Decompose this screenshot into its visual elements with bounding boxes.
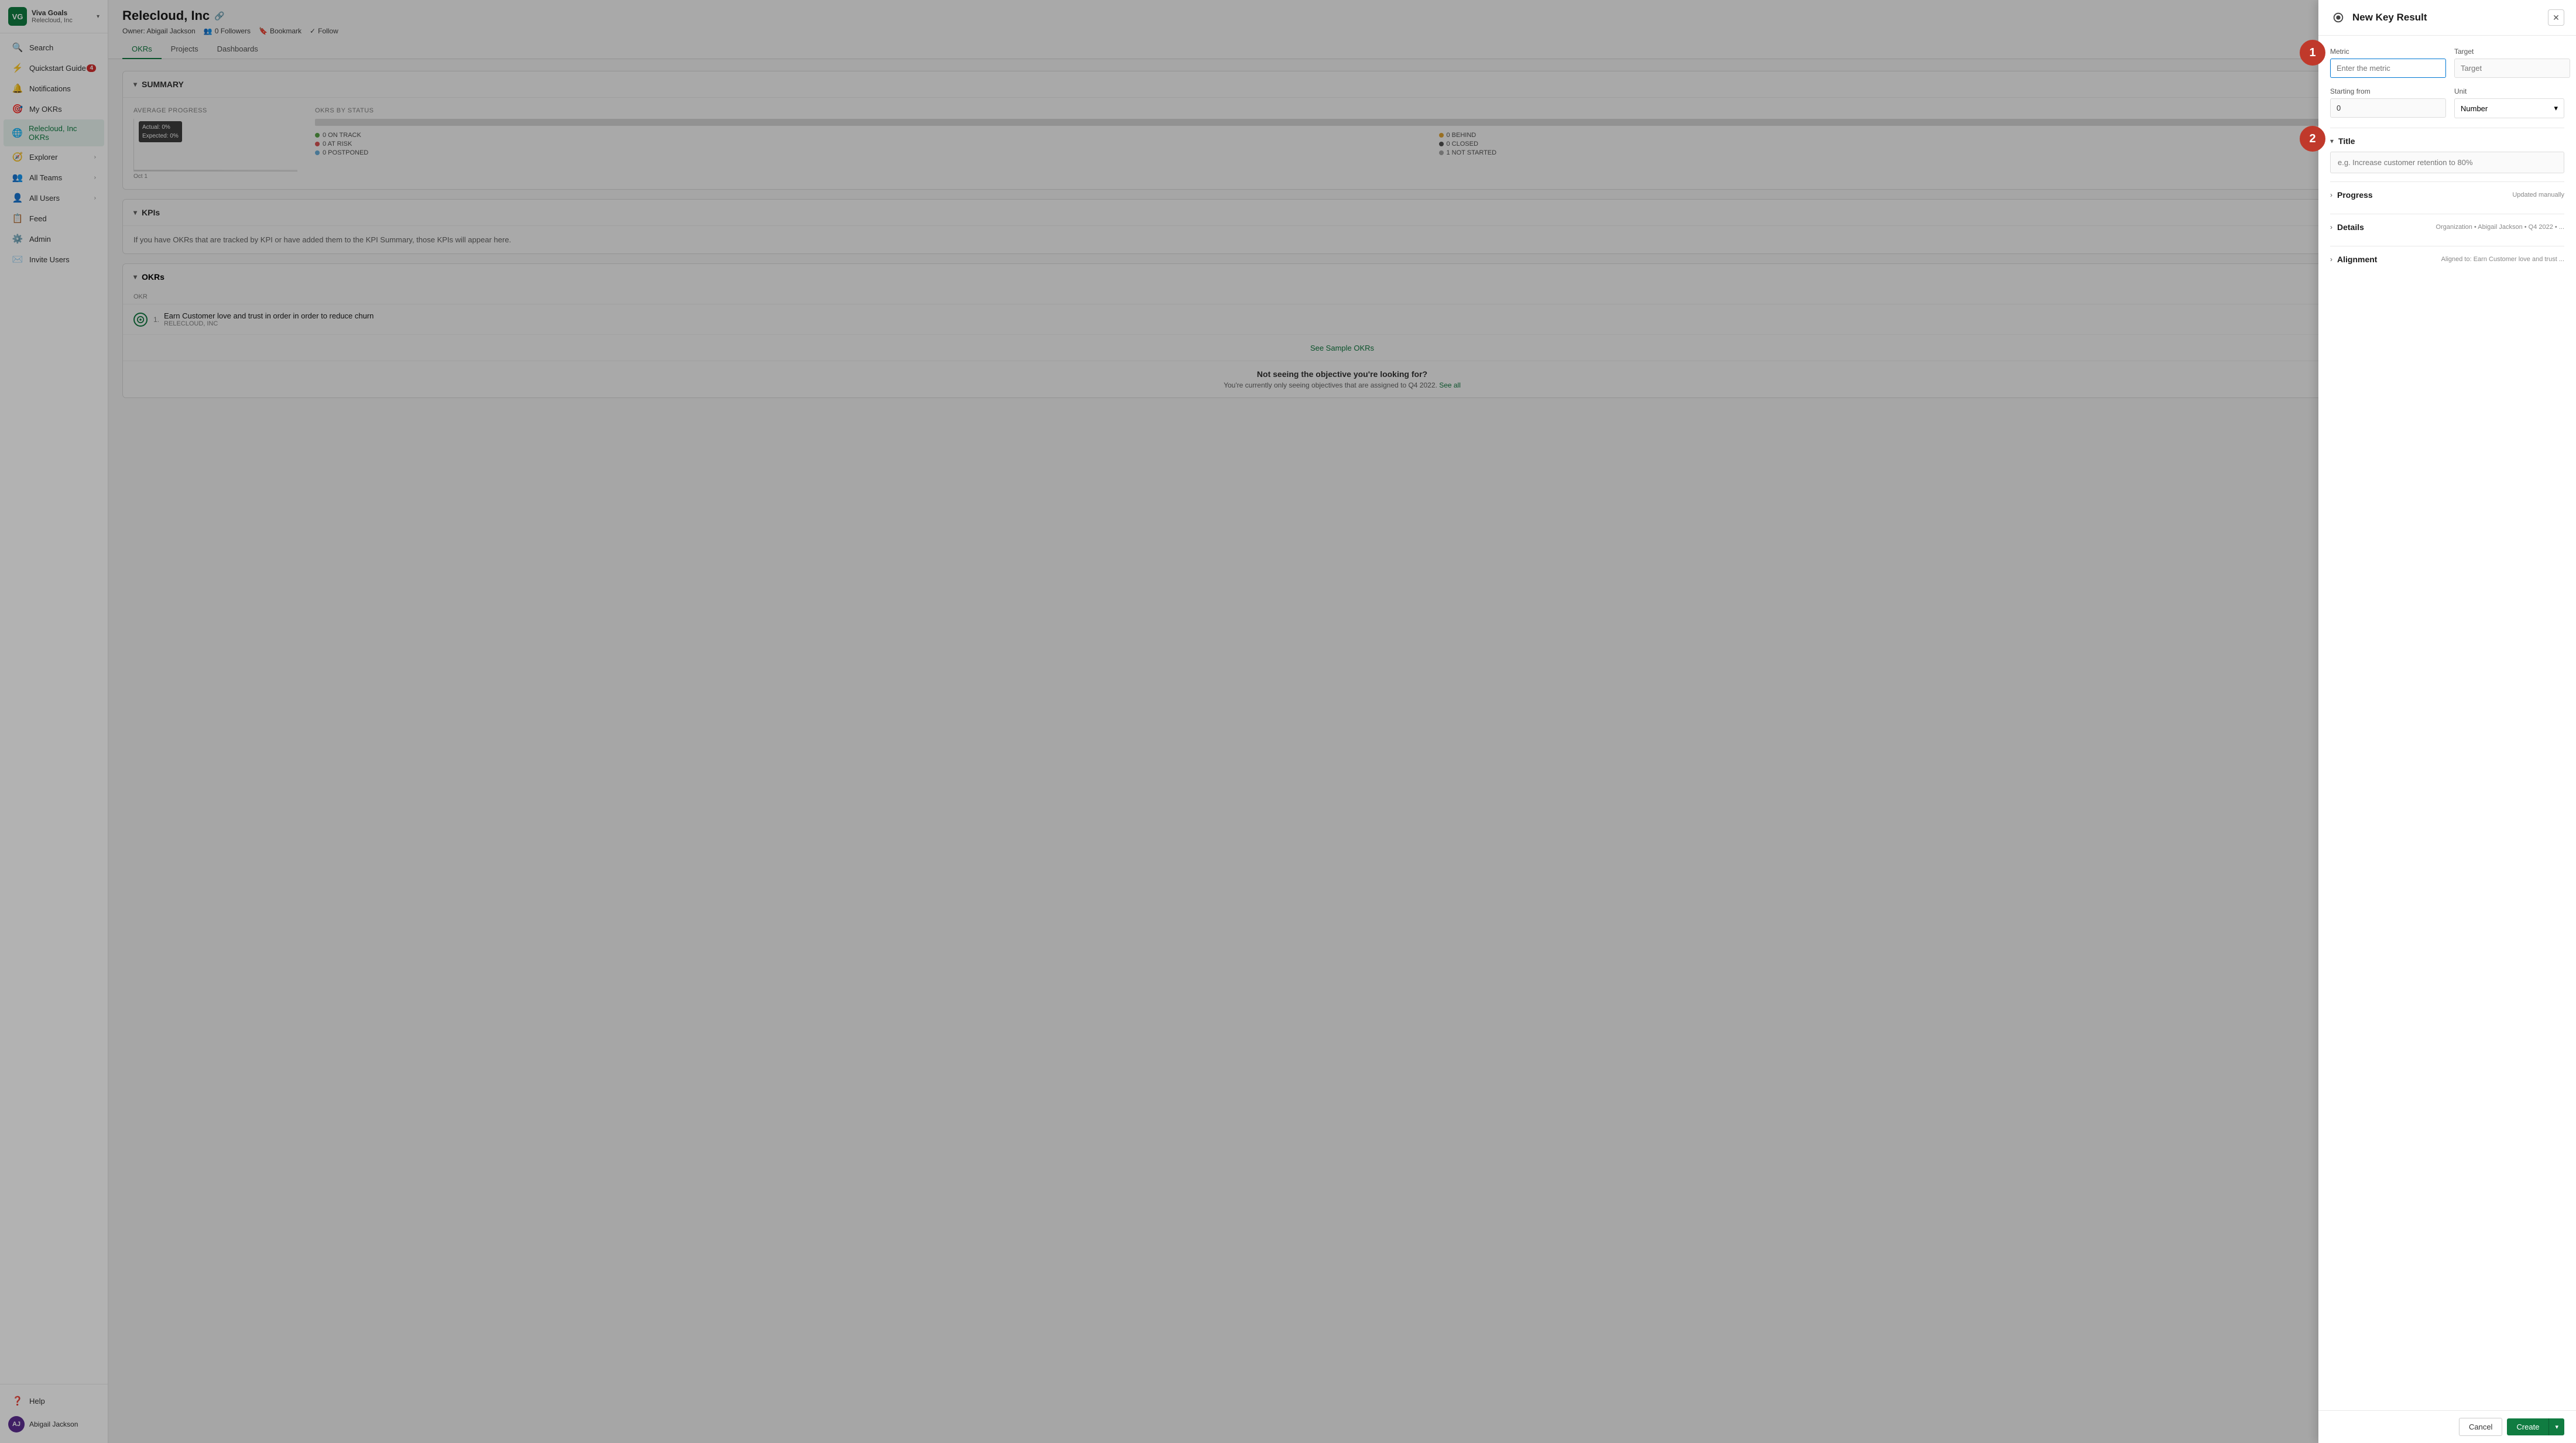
alignment-section-label: Alignment	[2337, 255, 2377, 264]
modal-overlay	[0, 0, 2576, 1443]
panel-header: New Key Result ✕	[2318, 0, 2576, 36]
details-section-header[interactable]: › Details Organization • Abigail Jackson…	[2330, 222, 2564, 232]
alignment-section: › Alignment Aligned to: Earn Customer lo…	[2330, 246, 2564, 278]
metric-label: Metric	[2330, 47, 2446, 56]
progress-section: › Progress Updated manually	[2330, 181, 2564, 214]
create-dropdown-button[interactable]: ▾	[2548, 1418, 2564, 1435]
progress-section-label: Progress	[2337, 190, 2373, 200]
title-section-header[interactable]: ▾ Title	[2330, 136, 2564, 146]
alignment-section-header[interactable]: › Alignment Aligned to: Earn Customer lo…	[2330, 255, 2564, 264]
starting-from-group: Starting from	[2330, 87, 2446, 118]
metric-group: Metric	[2330, 47, 2446, 78]
panel-body: Metric Target Starting from Unit Number …	[2318, 36, 2576, 1410]
close-button[interactable]: ✕	[2548, 9, 2564, 26]
title-input[interactable]	[2330, 152, 2564, 173]
panel-title: New Key Result	[2352, 12, 2548, 23]
title-chevron-icon: ▾	[2330, 137, 2334, 145]
circle-label-1: 1	[2300, 40, 2325, 66]
cancel-button[interactable]: Cancel	[2459, 1418, 2502, 1436]
title-section-label: Title	[2338, 136, 2355, 146]
starting-unit-row: Starting from Unit Number ▾	[2330, 87, 2564, 118]
progress-section-header[interactable]: › Progress Updated manually	[2330, 190, 2564, 200]
unit-value: Number	[2461, 104, 2488, 113]
target-group: Target	[2454, 47, 2570, 78]
circle-label-2: 2	[2300, 126, 2325, 152]
unit-label: Unit	[2454, 87, 2564, 95]
alignment-chevron-icon: ›	[2330, 255, 2332, 263]
metric-target-row: Metric Target	[2330, 47, 2564, 78]
create-button-group: Create ▾	[2507, 1418, 2564, 1435]
details-section-label: Details	[2337, 222, 2364, 232]
unit-group: Unit Number ▾	[2454, 87, 2564, 118]
key-result-icon	[2330, 9, 2347, 26]
starting-from-label: Starting from	[2330, 87, 2446, 95]
metric-input[interactable]	[2330, 59, 2446, 78]
title-section: ▾ Title	[2330, 128, 2564, 181]
details-chevron-icon: ›	[2330, 223, 2332, 231]
details-section: › Details Organization • Abigail Jackson…	[2330, 214, 2564, 246]
progress-chevron-icon: ›	[2330, 191, 2332, 199]
create-button[interactable]: Create	[2507, 1418, 2548, 1435]
unit-chevron-icon: ▾	[2554, 104, 2558, 113]
new-key-result-panel: New Key Result ✕ Metric Target Starting …	[2318, 0, 2576, 1443]
target-input[interactable]	[2454, 59, 2570, 78]
details-sub: Organization • Abigail Jackson • Q4 2022…	[2436, 224, 2564, 231]
alignment-sub: Aligned to: Earn Customer love and trust…	[2441, 256, 2564, 263]
starting-from-input[interactable]	[2330, 98, 2446, 118]
target-label: Target	[2454, 47, 2570, 56]
unit-select[interactable]: Number ▾	[2454, 98, 2564, 118]
panel-footer: Cancel Create ▾	[2318, 1410, 2576, 1443]
progress-sub: Updated manually	[2512, 191, 2564, 198]
